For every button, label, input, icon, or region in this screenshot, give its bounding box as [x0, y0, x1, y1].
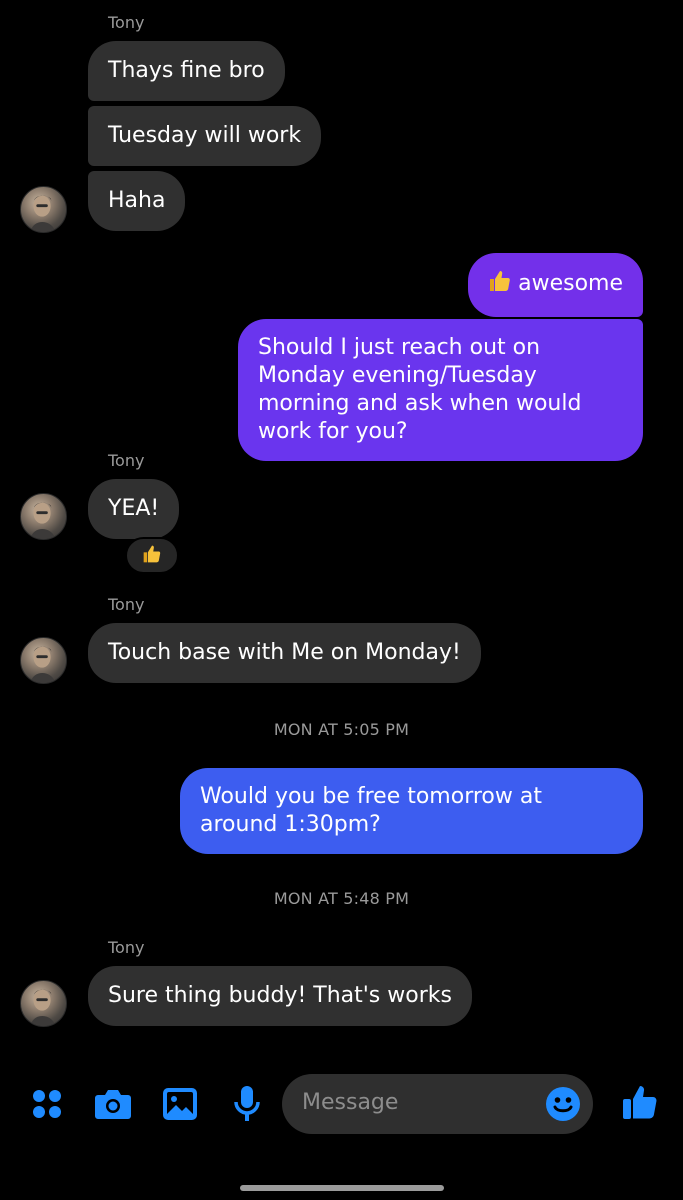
- like-icon[interactable]: [620, 1082, 660, 1122]
- thumbs-up-icon: [488, 269, 512, 301]
- message-input[interactable]: Message: [282, 1074, 593, 1134]
- emoji-icon[interactable]: [545, 1086, 581, 1122]
- timestamp: MON AT 5:05 PM: [273, 720, 410, 739]
- avatar[interactable]: [20, 186, 67, 233]
- message-bubble-outgoing[interactable]: Would you be free tomorrow at around 1:3…: [180, 768, 643, 854]
- apps-icon[interactable]: [27, 1084, 67, 1124]
- message-bubble-incoming[interactable]: Sure thing buddy! That's works: [88, 966, 472, 1026]
- chat-screen: Tony Thays fine bro Tuesday will work Ha…: [0, 0, 683, 1200]
- message-bubble-incoming[interactable]: Touch base with Me on Monday!: [88, 623, 481, 683]
- sender-name: Tony: [108, 451, 145, 470]
- camera-icon[interactable]: [93, 1084, 133, 1124]
- message-bubble-outgoing[interactable]: awesome: [468, 253, 643, 317]
- reaction-badge[interactable]: [125, 537, 179, 574]
- thumbs-up-icon: [142, 544, 162, 568]
- sender-name: Tony: [108, 13, 145, 32]
- message-bubble-incoming[interactable]: Haha: [88, 171, 186, 231]
- avatar[interactable]: [20, 637, 67, 684]
- sender-name: Tony: [108, 595, 145, 614]
- home-indicator[interactable]: [240, 1185, 444, 1191]
- message-bubble-incoming[interactable]: Tuesday will work: [88, 106, 322, 166]
- message-placeholder: Message: [302, 1090, 399, 1115]
- message-text: awesome: [518, 271, 623, 296]
- timestamp: MON AT 5:48 PM: [273, 889, 410, 908]
- sender-name: Tony: [108, 938, 145, 957]
- message-bubble-outgoing[interactable]: Should I just reach out on Monday evenin…: [238, 319, 643, 461]
- message-bubble-incoming[interactable]: YEA!: [88, 479, 180, 539]
- avatar[interactable]: [20, 980, 67, 1027]
- message-bubble-incoming[interactable]: Thays fine bro: [88, 41, 285, 101]
- avatar[interactable]: [20, 493, 67, 540]
- message-composer: Message: [0, 1070, 683, 1140]
- gallery-icon[interactable]: [160, 1084, 200, 1124]
- microphone-icon[interactable]: [227, 1084, 267, 1124]
